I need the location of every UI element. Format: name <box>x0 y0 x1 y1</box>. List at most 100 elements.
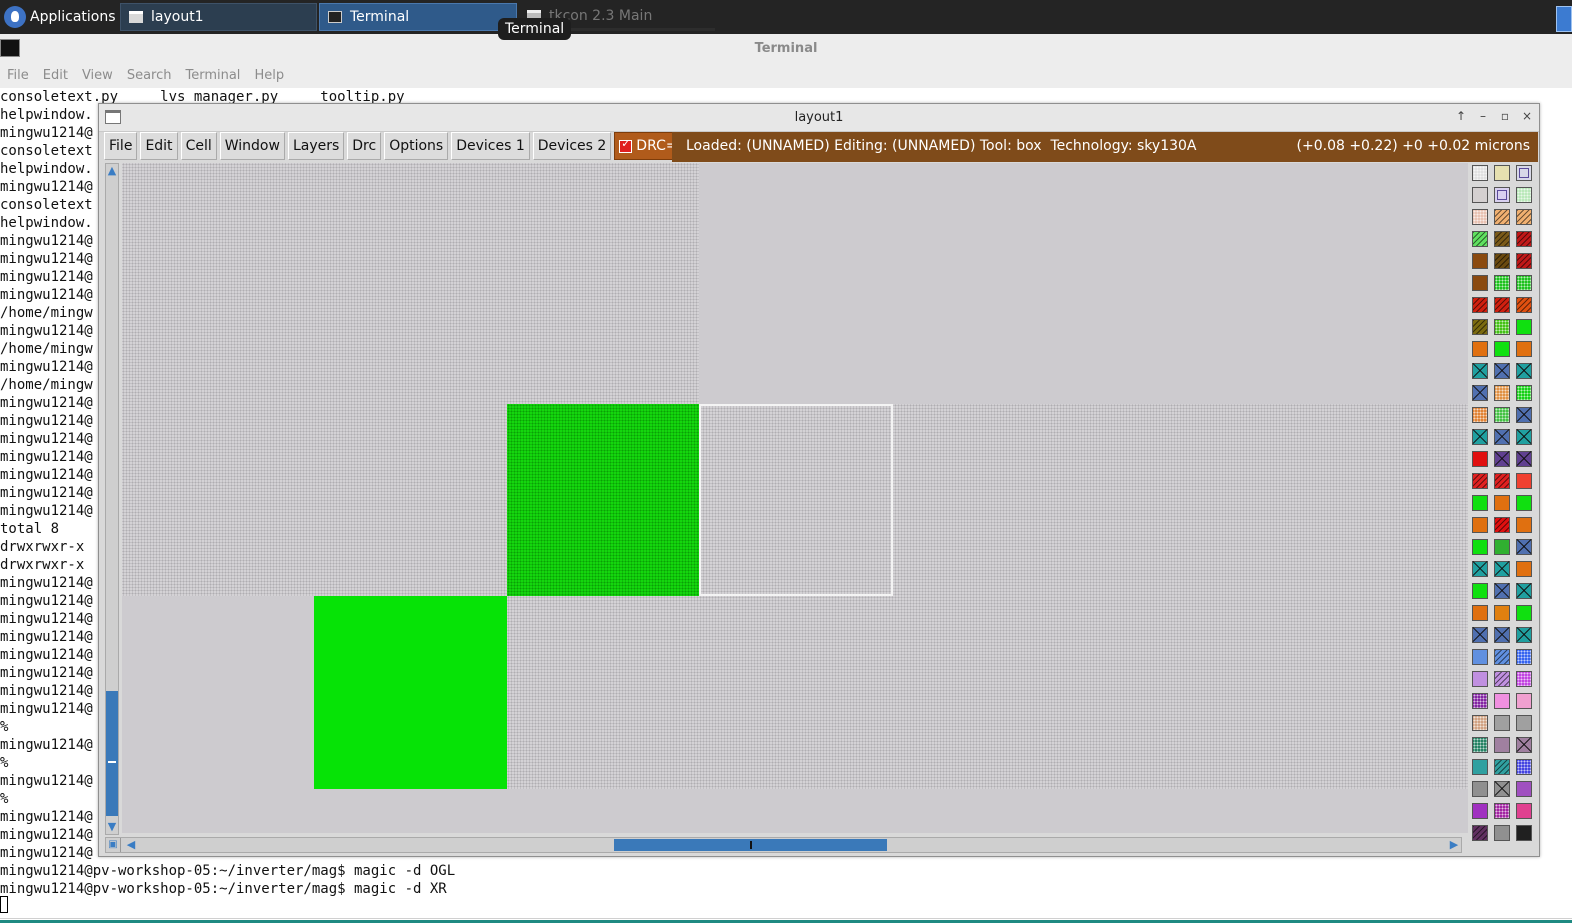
layer-swatch[interactable] <box>1516 605 1532 621</box>
menu-edit-button[interactable]: Edit <box>140 132 178 160</box>
layer-swatch[interactable] <box>1516 429 1532 445</box>
layer-swatch[interactable] <box>1472 583 1488 599</box>
scroll-down-icon[interactable]: ▼ <box>106 820 118 834</box>
layer-swatch[interactable] <box>1472 165 1488 181</box>
layer-swatch[interactable] <box>1472 561 1488 577</box>
always-on-top-icon[interactable]: ↑ <box>1453 108 1469 125</box>
vertical-scrollbar[interactable]: ▲ ▼ <box>105 163 119 835</box>
menu-devices1-button[interactable]: Devices 1 <box>451 132 530 160</box>
menu-cell-button[interactable]: Cell <box>180 132 217 160</box>
layer-swatch[interactable] <box>1472 693 1488 709</box>
zoom-box-icon[interactable]: ▣ <box>106 838 121 852</box>
layer-swatch[interactable] <box>1494 385 1510 401</box>
layer-swatch[interactable] <box>1516 297 1532 313</box>
menu-edit[interactable]: Edit <box>43 68 68 83</box>
layer-swatch[interactable] <box>1472 737 1488 753</box>
layer-swatch[interactable] <box>1516 253 1532 269</box>
layer-swatch[interactable] <box>1472 715 1488 731</box>
layer-swatch[interactable] <box>1516 737 1532 753</box>
layer-swatch[interactable] <box>1472 539 1488 555</box>
layer-swatch[interactable] <box>1516 583 1532 599</box>
applications-menu[interactable]: Applications <box>0 2 116 32</box>
menu-drc-button[interactable]: Drc <box>347 132 382 160</box>
layer-swatch[interactable] <box>1516 759 1532 775</box>
horizontal-scroll-thumb[interactable] <box>614 839 887 851</box>
layer-swatch[interactable] <box>1494 539 1510 555</box>
layer-swatch[interactable] <box>1494 275 1510 291</box>
menu-devices2-button[interactable]: Devices 2 <box>532 132 612 160</box>
layer-swatch[interactable] <box>1472 825 1488 841</box>
menu-file[interactable]: File <box>7 68 29 83</box>
layer-swatch[interactable] <box>1494 253 1510 269</box>
layer-swatch[interactable] <box>1494 297 1510 313</box>
taskbar-item-layout1[interactable]: layout1 <box>120 3 317 31</box>
layer-swatch[interactable] <box>1472 297 1488 313</box>
layout-canvas[interactable] <box>122 163 1468 833</box>
layer-swatch[interactable] <box>1472 319 1488 335</box>
layer-swatch[interactable] <box>1494 561 1510 577</box>
layer-swatch[interactable] <box>1494 627 1510 643</box>
menu-search[interactable]: Search <box>127 68 172 83</box>
layer-swatch[interactable] <box>1516 385 1532 401</box>
layer-swatch[interactable] <box>1494 803 1510 819</box>
layer-swatch[interactable] <box>1472 803 1488 819</box>
menu-layers-button[interactable]: Layers <box>287 132 345 160</box>
layer-swatch[interactable] <box>1494 363 1510 379</box>
layer-swatch[interactable] <box>1472 649 1488 665</box>
scroll-up-icon[interactable]: ▲ <box>106 164 118 178</box>
layer-swatch[interactable] <box>1472 671 1488 687</box>
layer-swatch[interactable] <box>1516 231 1532 247</box>
layer-swatch[interactable] <box>1516 407 1532 423</box>
layer-swatch[interactable] <box>1472 253 1488 269</box>
layer-swatch[interactable] <box>1472 605 1488 621</box>
layer-swatch[interactable] <box>1516 165 1532 181</box>
layer-swatch[interactable] <box>1472 209 1488 225</box>
horizontal-scrollbar[interactable]: ▣ ◀ ▶ <box>105 837 1462 853</box>
layer-swatch[interactable] <box>1472 187 1488 203</box>
drc-checkbox[interactable] <box>619 137 633 153</box>
layer-swatch[interactable] <box>1472 759 1488 775</box>
menu-help[interactable]: Help <box>254 68 284 83</box>
layer-swatch[interactable] <box>1494 583 1510 599</box>
layer-swatch[interactable] <box>1516 187 1532 203</box>
layer-swatch[interactable] <box>1516 275 1532 291</box>
layout-titlebar[interactable]: layout1 ↑ – ▫ × <box>99 104 1539 132</box>
scroll-left-icon[interactable]: ◀ <box>124 838 138 852</box>
menu-view[interactable]: View <box>82 68 113 83</box>
layer-swatch[interactable] <box>1516 495 1532 511</box>
layer-swatch[interactable] <box>1516 319 1532 335</box>
layer-swatch[interactable] <box>1472 429 1488 445</box>
layer-swatch[interactable] <box>1516 649 1532 665</box>
layer-swatch[interactable] <box>1472 473 1488 489</box>
layer-swatch[interactable] <box>1494 781 1510 797</box>
layer-swatch[interactable] <box>1494 209 1510 225</box>
layer-swatch[interactable] <box>1472 451 1488 467</box>
layer-swatch[interactable] <box>1472 231 1488 247</box>
layer-swatch[interactable] <box>1494 341 1510 357</box>
layer-swatch[interactable] <box>1516 781 1532 797</box>
menu-options-button[interactable]: Options <box>384 132 449 160</box>
menu-window-button[interactable]: Window <box>219 132 285 160</box>
layer-swatch[interactable] <box>1494 473 1510 489</box>
layer-swatch[interactable] <box>1516 209 1532 225</box>
layer-swatch[interactable] <box>1516 715 1532 731</box>
layer-swatch[interactable] <box>1472 517 1488 533</box>
layer-swatch[interactable] <box>1516 363 1532 379</box>
layer-swatch[interactable] <box>1494 759 1510 775</box>
layer-swatch[interactable] <box>1472 627 1488 643</box>
layer-swatch[interactable] <box>1494 165 1510 181</box>
layer-swatch[interactable] <box>1516 451 1532 467</box>
vertical-scroll-thumb[interactable] <box>106 691 118 816</box>
layer-swatch[interactable] <box>1516 561 1532 577</box>
layer-swatch[interactable] <box>1472 275 1488 291</box>
maximize-icon[interactable]: ▫ <box>1497 108 1513 125</box>
layer-swatch[interactable] <box>1494 495 1510 511</box>
layer-swatch[interactable] <box>1494 605 1510 621</box>
layer-swatch[interactable] <box>1494 429 1510 445</box>
scroll-right-icon[interactable]: ▶ <box>1447 838 1461 852</box>
layer-swatch[interactable] <box>1472 385 1488 401</box>
layer-swatch[interactable] <box>1516 341 1532 357</box>
layer-swatch[interactable] <box>1494 319 1510 335</box>
layer-swatch[interactable] <box>1494 187 1510 203</box>
layer-swatch[interactable] <box>1516 825 1532 841</box>
